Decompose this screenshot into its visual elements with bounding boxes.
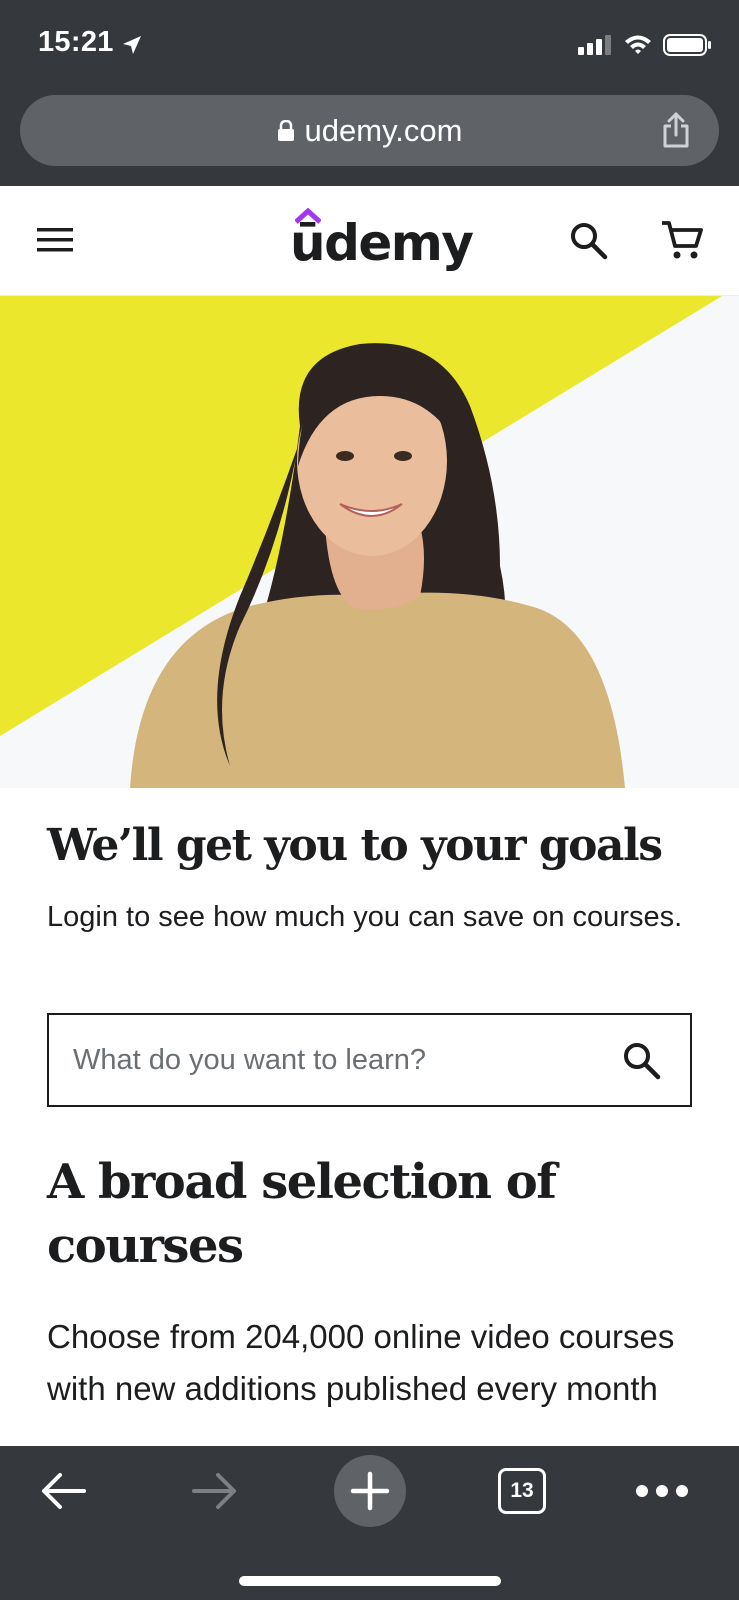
location-arrow-icon bbox=[123, 36, 141, 54]
forward-arrow-icon[interactable] bbox=[190, 1466, 240, 1516]
tabs-button[interactable]: 13 bbox=[498, 1468, 546, 1514]
hero-banner bbox=[0, 296, 739, 788]
section-title: A broad selection of courses bbox=[47, 1154, 557, 1274]
course-search-input[interactable] bbox=[73, 1015, 593, 1105]
hero-image bbox=[0, 296, 739, 788]
wifi-icon bbox=[625, 35, 651, 54]
battery-icon bbox=[663, 34, 711, 56]
url-text: udemy.com bbox=[304, 112, 463, 148]
hero-subtext: Login to see how much you can save on co… bbox=[47, 901, 683, 933]
section-description: Choose from 204,000 online video courses… bbox=[47, 1318, 675, 1407]
back-arrow-icon[interactable] bbox=[38, 1466, 88, 1516]
udemy-logo[interactable]: ūdemy bbox=[290, 208, 474, 272]
share-icon[interactable] bbox=[659, 111, 693, 149]
cellular-signal-icon bbox=[578, 35, 611, 55]
browser-top-chrome: 15:21 udemy.com bbox=[0, 0, 739, 186]
lock-icon bbox=[277, 119, 294, 141]
more-icon[interactable] bbox=[634, 1478, 690, 1504]
new-tab-button[interactable] bbox=[334, 1455, 406, 1527]
search-icon[interactable] bbox=[568, 220, 610, 262]
hero-headline: We’ll get you to your goals bbox=[47, 820, 663, 871]
cart-icon[interactable] bbox=[660, 218, 704, 262]
site-header: ūdemy bbox=[0, 186, 739, 296]
menu-icon[interactable] bbox=[35, 222, 75, 258]
search-submit-icon[interactable] bbox=[622, 1041, 662, 1081]
course-search-box bbox=[47, 1013, 692, 1107]
address-bar[interactable]: udemy.com bbox=[20, 95, 719, 166]
plus-icon bbox=[350, 1471, 390, 1511]
logo-text: ūdemy bbox=[290, 214, 474, 272]
status-time: 15:21 bbox=[38, 26, 114, 58]
home-indicator bbox=[239, 1576, 501, 1586]
